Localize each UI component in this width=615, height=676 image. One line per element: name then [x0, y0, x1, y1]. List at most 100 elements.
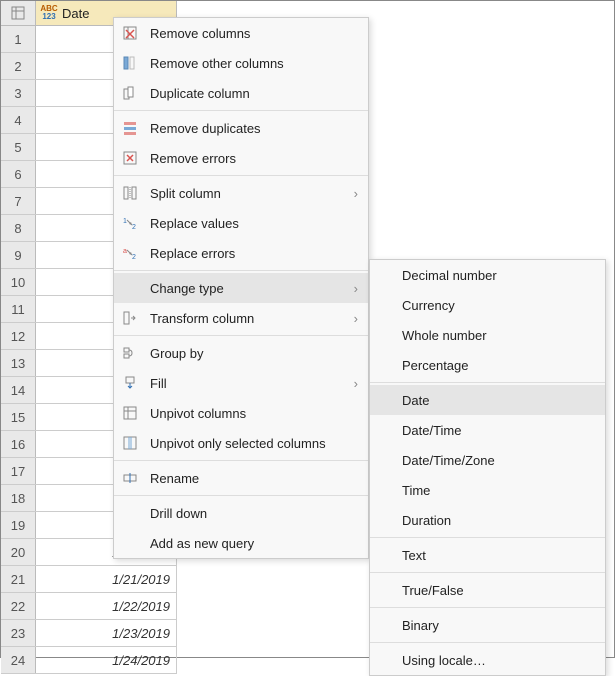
menu-change-type[interactable]: Change type › — [114, 273, 368, 303]
table-row[interactable]: 221/22/2019 — [1, 593, 177, 620]
remove-errors-icon — [120, 148, 140, 168]
row-number: 16 — [1, 431, 36, 457]
menu-group-by[interactable]: Group by — [114, 338, 368, 368]
blank-icon — [120, 278, 140, 298]
row-number: 2 — [1, 53, 36, 79]
menu-drill-down[interactable]: Drill down — [114, 498, 368, 528]
table-row[interactable]: 241/24/2019 — [1, 647, 177, 674]
submenu-separator — [370, 572, 605, 573]
submenu-percentage[interactable]: Percentage — [370, 350, 605, 380]
menu-remove-errors[interactable]: Remove errors — [114, 143, 368, 173]
menu-replace-errors[interactable]: a2 Replace errors — [114, 238, 368, 268]
cell-value: 1/22/2019 — [36, 593, 177, 619]
table-icon — [11, 6, 25, 20]
cell-value: 1/23/2019 — [36, 620, 177, 646]
submenu-text[interactable]: Text — [370, 540, 605, 570]
row-number: 19 — [1, 512, 36, 538]
row-number: 10 — [1, 269, 36, 295]
svg-text:2: 2 — [132, 224, 136, 231]
submenu-decimal-number[interactable]: Decimal number — [370, 260, 605, 290]
row-number: 20 — [1, 539, 36, 565]
unpivot-columns-icon — [120, 403, 140, 423]
menu-unpivot-only-selected[interactable]: Unpivot only selected columns — [114, 428, 368, 458]
submenu-binary[interactable]: Binary — [370, 610, 605, 640]
menu-separator — [114, 110, 368, 111]
menu-fill[interactable]: Fill › — [114, 368, 368, 398]
submenu-separator — [370, 642, 605, 643]
row-number: 8 — [1, 215, 36, 241]
submenu-whole-number[interactable]: Whole number — [370, 320, 605, 350]
menu-separator — [114, 495, 368, 496]
submenu-separator — [370, 607, 605, 608]
submenu-currency[interactable]: Currency — [370, 290, 605, 320]
row-number: 17 — [1, 458, 36, 484]
cell-value: 1/21/2019 — [36, 566, 177, 592]
menu-unpivot-columns[interactable]: Unpivot columns — [114, 398, 368, 428]
duplicate-column-icon — [120, 83, 140, 103]
submenu-date[interactable]: Date — [370, 385, 605, 415]
menu-rename[interactable]: Rename — [114, 463, 368, 493]
submenu-time[interactable]: Time — [370, 475, 605, 505]
column-name: Date — [62, 6, 89, 21]
chevron-right-icon: › — [354, 376, 358, 391]
row-number: 23 — [1, 620, 36, 646]
chevron-right-icon: › — [354, 311, 358, 326]
row-number: 6 — [1, 161, 36, 187]
menu-replace-values[interactable]: 12 Replace values — [114, 208, 368, 238]
transform-column-icon — [120, 308, 140, 328]
submenu-datetime[interactable]: Date/Time — [370, 415, 605, 445]
menu-add-as-new-query[interactable]: Add as new query — [114, 528, 368, 558]
submenu-duration[interactable]: Duration — [370, 505, 605, 535]
remove-columns-icon — [120, 23, 140, 43]
row-number: 24 — [1, 647, 36, 673]
rename-icon — [120, 468, 140, 488]
chevron-right-icon: › — [354, 281, 358, 296]
row-number: 7 — [1, 188, 36, 214]
fill-icon — [120, 373, 140, 393]
cell-value: 1/24/2019 — [36, 647, 177, 673]
submenu-separator — [370, 537, 605, 538]
blank-icon — [120, 503, 140, 523]
change-type-submenu: Decimal number Currency Whole number Per… — [369, 259, 606, 676]
svg-text:a: a — [123, 248, 127, 255]
table-row[interactable]: 211/21/2019 — [1, 566, 177, 593]
row-number: 5 — [1, 134, 36, 160]
submenu-datetimezone[interactable]: Date/Time/Zone — [370, 445, 605, 475]
menu-remove-columns[interactable]: Remove columns — [114, 18, 368, 48]
chevron-right-icon: › — [354, 186, 358, 201]
menu-transform-column[interactable]: Transform column › — [114, 303, 368, 333]
table-row[interactable]: 231/23/2019 — [1, 620, 177, 647]
row-number: 9 — [1, 242, 36, 268]
datatype-icon: ABC123 — [40, 5, 58, 21]
unpivot-selected-icon — [120, 433, 140, 453]
row-number: 12 — [1, 323, 36, 349]
menu-separator — [114, 335, 368, 336]
row-number: 15 — [1, 404, 36, 430]
row-number: 11 — [1, 296, 36, 322]
menu-split-column[interactable]: Split column › — [114, 178, 368, 208]
row-number: 14 — [1, 377, 36, 403]
group-by-icon — [120, 343, 140, 363]
submenu-using-locale[interactable]: Using locale… — [370, 645, 605, 675]
menu-remove-duplicates[interactable]: Remove duplicates — [114, 113, 368, 143]
grid-corner[interactable] — [1, 1, 36, 25]
replace-errors-icon: a2 — [120, 243, 140, 263]
menu-duplicate-column[interactable]: Duplicate column — [114, 78, 368, 108]
svg-text:1: 1 — [123, 218, 127, 225]
remove-other-columns-icon — [120, 53, 140, 73]
row-number: 22 — [1, 593, 36, 619]
blank-icon — [120, 533, 140, 553]
replace-values-icon: 12 — [120, 213, 140, 233]
row-number: 4 — [1, 107, 36, 133]
split-column-icon — [120, 183, 140, 203]
svg-text:2: 2 — [132, 254, 136, 261]
row-number: 1 — [1, 26, 36, 52]
menu-separator — [114, 460, 368, 461]
submenu-separator — [370, 382, 605, 383]
row-number: 13 — [1, 350, 36, 376]
menu-remove-other-columns[interactable]: Remove other columns — [114, 48, 368, 78]
submenu-truefalse[interactable]: True/False — [370, 575, 605, 605]
row-number: 18 — [1, 485, 36, 511]
row-number: 3 — [1, 80, 36, 106]
context-menu: Remove columns Remove other columns Dupl… — [113, 17, 369, 559]
